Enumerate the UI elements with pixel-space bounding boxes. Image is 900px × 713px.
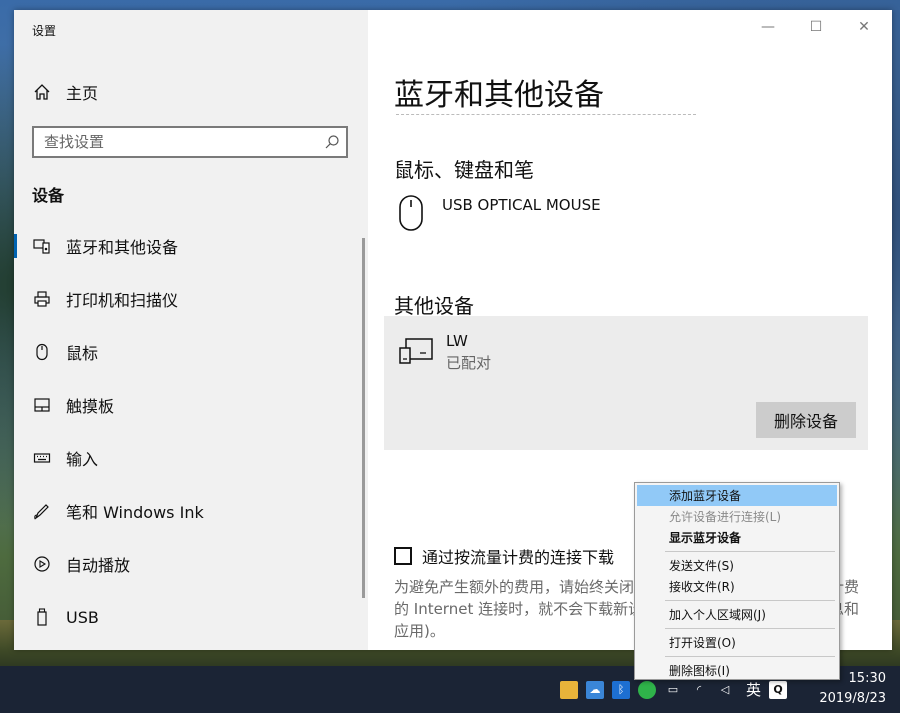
menu-allow-connections[interactable]: 允许设备进行连接(L) bbox=[637, 506, 837, 527]
bluetooth-devices-icon bbox=[32, 236, 52, 256]
sidebar-item-label: 输入 bbox=[66, 450, 99, 469]
clipped-text-line bbox=[396, 114, 696, 119]
mouse-device-name: USB OPTICAL MOUSE bbox=[442, 196, 601, 214]
menu-receive-file[interactable]: 接收文件(R) bbox=[637, 576, 837, 597]
sidebar-item-label: 笔和 Windows Ink bbox=[66, 503, 204, 522]
bluetooth-context-menu: 添加蓝牙设备 允许设备进行连接(L) 显示蓝牙设备 发送文件(S) 接收文件(R… bbox=[634, 482, 840, 680]
menu-join-pan[interactable]: 加入个人区域网(J) bbox=[637, 604, 837, 625]
remove-device-button[interactable]: 删除设备 bbox=[756, 402, 856, 438]
search-input[interactable] bbox=[34, 129, 318, 155]
sidebar-item-typing[interactable]: 输入 bbox=[14, 438, 368, 478]
sidebar-item-mouse[interactable]: 鼠标 bbox=[14, 332, 368, 372]
menu-separator bbox=[665, 656, 835, 657]
menu-separator bbox=[665, 628, 835, 629]
sidebar-item-autoplay[interactable]: 自动播放 bbox=[14, 544, 368, 584]
sidebar-item-touchpad[interactable]: 触摸板 bbox=[14, 385, 368, 425]
mouse-icon bbox=[32, 342, 52, 362]
bluetooth-icon[interactable]: ᛒ bbox=[612, 680, 630, 699]
clock-date: 2019/8/23 bbox=[819, 691, 886, 706]
sidebar-item-label: 蓝牙和其他设备 bbox=[66, 238, 179, 257]
touchpad-icon bbox=[32, 395, 52, 415]
menu-send-file[interactable]: 发送文件(S) bbox=[637, 555, 837, 576]
wifi-icon[interactable]: ◜ bbox=[690, 681, 708, 699]
sidebar-item-label: 自动播放 bbox=[66, 556, 131, 575]
sidebar-item-label: 鼠标 bbox=[66, 344, 99, 363]
menu-open-settings[interactable]: 打开设置(O) bbox=[637, 632, 837, 653]
usb-icon bbox=[32, 607, 52, 627]
other-device-card[interactable]: LW 已配对 删除设备 bbox=[384, 316, 868, 450]
other-devices-heading: 其他设备 bbox=[394, 294, 474, 318]
nav-home-label: 主页 bbox=[66, 84, 99, 103]
sidebar-item-bluetooth[interactable]: 蓝牙和其他设备 bbox=[14, 226, 368, 266]
sidebar-item-usb[interactable]: USB bbox=[14, 597, 368, 637]
page-title: 蓝牙和其他设备 bbox=[394, 78, 604, 113]
cloud-icon[interactable]: ☁ bbox=[586, 680, 604, 699]
app-tray-icon[interactable] bbox=[560, 680, 578, 699]
input-language[interactable]: 英 bbox=[746, 679, 761, 700]
sidebar-item-label: USB bbox=[66, 607, 99, 627]
sidebar-item-label: 触摸板 bbox=[66, 397, 115, 416]
menu-separator bbox=[665, 551, 835, 552]
battery-icon[interactable]: ▭ bbox=[664, 681, 682, 699]
metered-download-label: 通过按流量计费的连接下载 bbox=[422, 548, 615, 567]
mouse-device-item[interactable]: USB OPTICAL MOUSE bbox=[398, 194, 601, 236]
sidebar-scrollbar[interactable] bbox=[362, 238, 365, 598]
sidebar-item-printers[interactable]: 打印机和扫描仪 bbox=[14, 279, 368, 319]
other-device-name: LW bbox=[446, 332, 468, 350]
metered-download-checkbox[interactable] bbox=[394, 547, 412, 565]
keyboard-icon bbox=[32, 448, 52, 468]
home-icon bbox=[32, 82, 52, 102]
sidebar-item-label: 打印机和扫描仪 bbox=[66, 291, 179, 310]
mouse-icon bbox=[398, 194, 424, 236]
search-box[interactable] bbox=[32, 126, 348, 158]
printer-icon bbox=[32, 289, 52, 309]
menu-remove-icon[interactable]: 删除图标(I) bbox=[637, 660, 837, 681]
sidebar-item-pen[interactable]: 笔和 Windows Ink bbox=[14, 491, 368, 531]
metered-download-option[interactable]: 通过按流量计费的连接下载 bbox=[394, 544, 614, 568]
volume-icon[interactable]: ◁ bbox=[716, 681, 734, 699]
menu-separator bbox=[665, 600, 835, 601]
display-device-icon bbox=[398, 336, 434, 370]
ime-icon[interactable]: Q bbox=[769, 680, 788, 699]
sidebar-section-heading: 设备 bbox=[32, 186, 65, 205]
pen-icon bbox=[32, 501, 52, 521]
menu-show-bluetooth-devices[interactable]: 显示蓝牙设备 bbox=[637, 527, 837, 548]
autoplay-icon bbox=[32, 554, 52, 574]
other-device-status: 已配对 bbox=[446, 354, 492, 372]
sidebar: 设置 主页 设备 蓝牙和其他设备 打印机和扫描仪 bbox=[14, 10, 368, 650]
menu-add-bluetooth-device[interactable]: 添加蓝牙设备 bbox=[637, 485, 837, 506]
nav-home[interactable]: 主页 bbox=[14, 72, 368, 112]
search-icon[interactable] bbox=[318, 134, 346, 150]
window-title: 设置 bbox=[32, 24, 57, 38]
mouse-keyboard-pen-heading: 鼠标、键盘和笔 bbox=[394, 158, 534, 182]
wechat-icon[interactable] bbox=[638, 680, 656, 699]
